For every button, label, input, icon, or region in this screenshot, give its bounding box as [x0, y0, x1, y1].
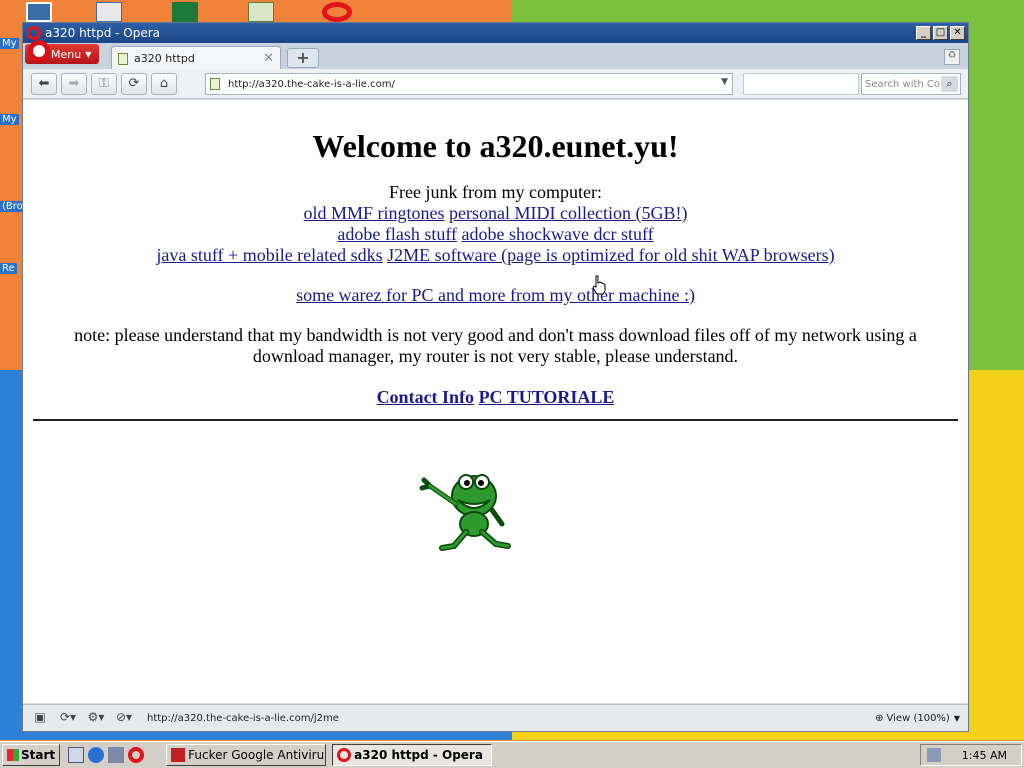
show-desktop-icon[interactable]: [68, 747, 85, 763]
tab-bar: Menu ▼ a320 httpd ✕ + ♻: [23, 40, 968, 70]
page-icon: [210, 78, 220, 90]
close-button[interactable]: ✕: [950, 26, 965, 40]
status-url: http://a320.the-cake-is-a-lie.com/j2me: [147, 712, 339, 724]
start-button[interactable]: Start: [2, 744, 61, 766]
unite-icon[interactable]: ⚙▾: [87, 710, 105, 726]
task-button-opera[interactable]: a320 httpd - Opera: [332, 744, 493, 766]
opera-menu-button[interactable]: Menu ▼: [25, 40, 99, 64]
dancing-frog-image: [416, 466, 516, 556]
link-warez[interactable]: some warez for PC and more from my other…: [296, 285, 695, 305]
navigation-toolbar: ⬅ ➡ ⚿ ⟳ ⌂ http://a320.the-cake-is-a-lie.…: [23, 69, 968, 99]
opera-icon[interactable]: [128, 747, 145, 763]
browser-window: a320 httpd - Opera _ □ ✕ Menu ▼ a320 htt…: [22, 22, 969, 732]
tab-active[interactable]: a320 httpd ✕: [111, 46, 281, 70]
link-midi-collection[interactable]: personal MIDI collection (5GB!): [449, 203, 687, 223]
desktop-label-4[interactable]: Re: [0, 263, 17, 274]
links-row-1: old MMF ringtones personal MIDI collecti…: [23, 203, 968, 224]
desktop-icon-clock[interactable]: [248, 2, 274, 22]
reload-button[interactable]: ⟳: [121, 72, 147, 95]
page-heading: Welcome to a320.eunet.yu!: [312, 128, 679, 164]
bandwidth-note: note: please understand that my bandwidt…: [74, 325, 917, 366]
page-content: Welcome to a320.eunet.yu! Free junk from…: [23, 100, 968, 703]
speed-dial-area: [743, 73, 859, 95]
search-icon[interactable]: ⌕: [941, 76, 958, 92]
tab-close-icon[interactable]: ✕: [263, 51, 274, 66]
internet-explorer-icon[interactable]: [88, 747, 105, 763]
trash-icon[interactable]: ♻: [944, 49, 960, 65]
title-bar[interactable]: a320 httpd - Opera _ □ ✕: [23, 23, 968, 43]
intro-text: Free junk from my computer:: [389, 182, 602, 202]
chevron-down-icon: ▼: [953, 713, 960, 723]
panel-toggle-icon[interactable]: ▣: [31, 710, 49, 726]
opera-icon: [337, 748, 352, 762]
link-flash-stuff[interactable]: adobe flash stuff: [337, 224, 457, 244]
link-j2me-software[interactable]: J2ME software (page is optimized for old…: [387, 245, 834, 265]
desktop-icon-opera[interactable]: [322, 2, 352, 22]
opera-logo-icon: [27, 26, 41, 40]
opera-menu-logo-icon: [28, 40, 50, 62]
home-button[interactable]: ⌂: [151, 72, 177, 95]
task-label: Fucker Google Antiviru...: [188, 748, 327, 762]
zoom-control[interactable]: ⊕ View (100%) ▼: [875, 713, 960, 724]
clock[interactable]: 1:45 AM: [962, 749, 1007, 762]
app-icon: [171, 748, 186, 762]
link-mmf-ringtones[interactable]: old MMF ringtones: [304, 203, 445, 223]
link-shockwave-stuff[interactable]: adobe shockwave dcr stuff: [462, 224, 654, 244]
address-field[interactable]: http://a320.the-cake-is-a-lie.com/ ▼: [205, 73, 733, 95]
network-tray-icon[interactable]: [927, 748, 941, 762]
network-icon[interactable]: [108, 747, 125, 763]
sync-icon[interactable]: ⟳▾: [59, 710, 77, 726]
minimize-button[interactable]: _: [916, 26, 931, 40]
link-contact-info[interactable]: Contact Info: [377, 387, 475, 407]
desktop-label-1[interactable]: My: [0, 38, 19, 49]
task-label: a320 httpd - Opera: [354, 748, 483, 762]
quick-launch: [68, 747, 145, 763]
tab-title: a320 httpd: [134, 52, 195, 65]
desktop-icon-excel[interactable]: [172, 2, 198, 22]
zoom-icon: ⊕: [875, 712, 884, 724]
horizontal-rule: [33, 419, 958, 421]
chevron-down-icon[interactable]: ▼: [721, 77, 728, 87]
status-bar: ▣ ⟳▾ ⚙▾ ⊘▾ http://a320.the-cake-is-a-lie…: [23, 704, 968, 731]
desktop-label-2[interactable]: My: [0, 114, 19, 125]
contact-row: Contact Info PC TUTORIALE: [23, 387, 968, 408]
menu-label: Menu: [51, 47, 82, 61]
search-placeholder: Search with Co: [865, 78, 941, 90]
address-value: http://a320.the-cake-is-a-lie.com/: [228, 78, 395, 90]
taskbar: Start Fucker Google Antiviru... a320 htt…: [0, 741, 1024, 768]
links-row-2: adobe flash stuff adobe shockwave dcr st…: [23, 224, 968, 245]
task-button-antivirus[interactable]: Fucker Google Antiviru...: [166, 744, 327, 766]
window-controls: _ □ ✕: [916, 26, 965, 40]
zoom-label: View (100%): [886, 712, 950, 724]
new-tab-button[interactable]: +: [287, 48, 319, 68]
desktop-icon-computer[interactable]: [26, 2, 52, 22]
system-tray: 1:45 AM: [920, 744, 1022, 766]
warez-row: some warez for PC and more from my other…: [23, 285, 968, 306]
link-java-stuff[interactable]: java stuff + mobile related sdks: [156, 245, 382, 265]
link-pc-tutoriale[interactable]: PC TUTORIALE: [479, 387, 615, 407]
hand-cursor-icon: [591, 275, 607, 299]
back-button[interactable]: ⬅: [31, 72, 57, 95]
page-icon: [118, 52, 128, 65]
search-input[interactable]: Search with Co ⌕: [861, 73, 961, 95]
window-title: a320 httpd - Opera: [45, 26, 161, 40]
windows-logo-icon: [7, 749, 19, 761]
key-icon[interactable]: ⚿: [91, 72, 117, 95]
links-row-3: java stuff + mobile related sdks J2ME so…: [23, 245, 968, 266]
desktop-icon-mail[interactable]: [96, 2, 122, 22]
start-label: Start: [21, 748, 56, 762]
turbo-icon[interactable]: ⊘▾: [115, 710, 133, 726]
chevron-down-icon: ▼: [85, 49, 92, 59]
forward-button[interactable]: ➡: [61, 72, 87, 95]
maximize-button[interactable]: □: [933, 26, 948, 40]
